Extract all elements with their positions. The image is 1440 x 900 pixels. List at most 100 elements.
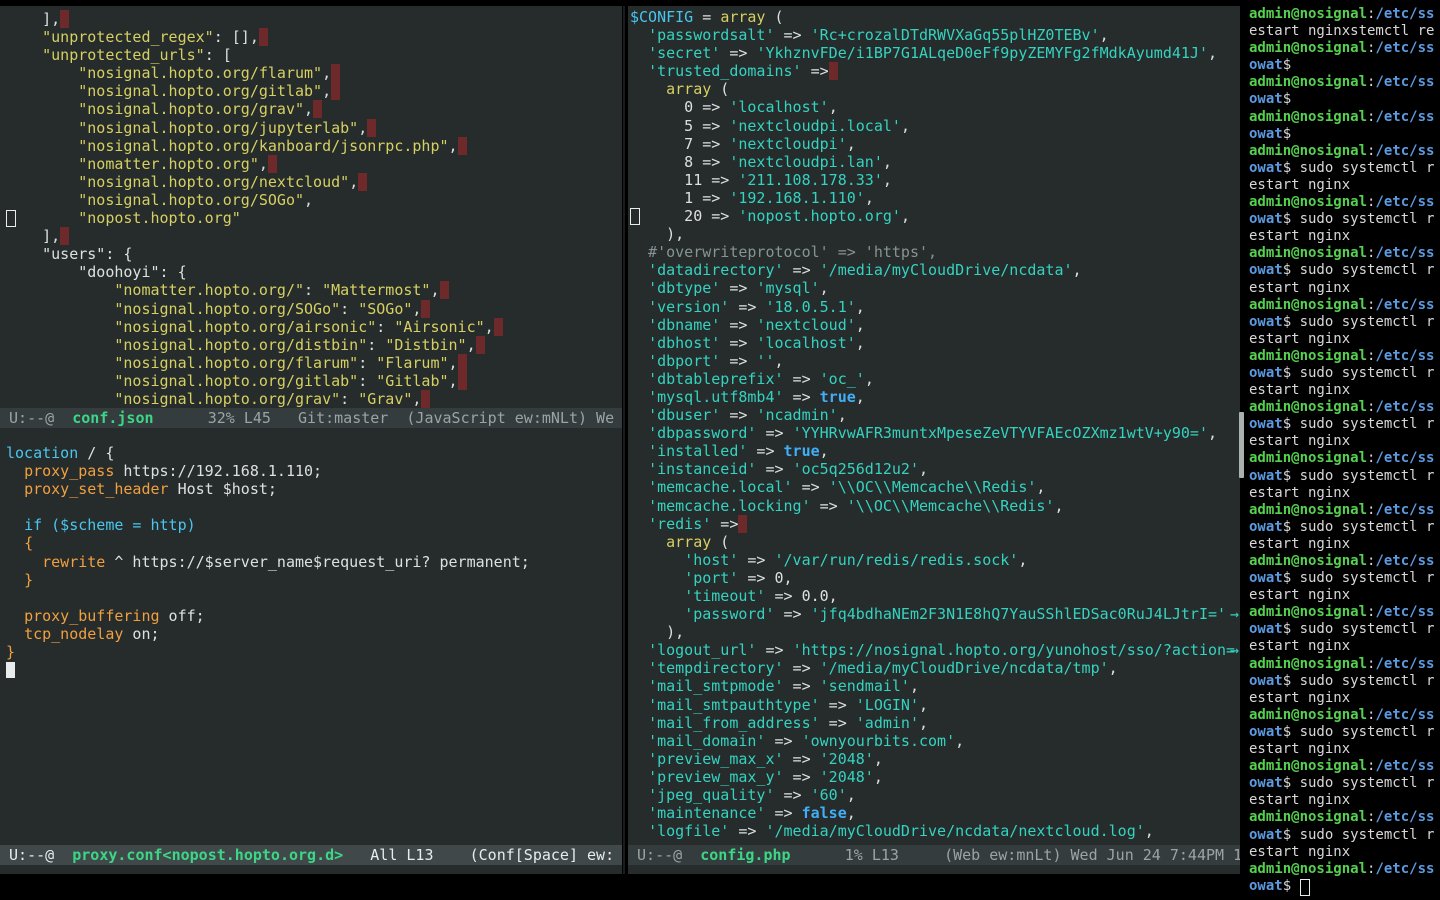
code-line[interactable]: proxy_set_header Host $host; — [6, 480, 622, 498]
terminal-line[interactable]: admin@nosignal:/etc/ss — [1249, 656, 1440, 673]
code-line[interactable]: "users": { — [6, 245, 622, 263]
code-line[interactable]: 5 => 'nextcloudpi.local', — [630, 117, 1240, 135]
terminal-line[interactable]: owat$ sudo systemctl r — [1249, 365, 1440, 382]
code-line[interactable]: 'secret' => 'YkhznvFDe/i1BP7G1ALqeD0eFf9… — [630, 44, 1240, 62]
code-line[interactable]: proxy_pass https://192.168.1.110; — [6, 462, 622, 480]
code-line[interactable]: 'mail_smtpmode' => 'sendmail', — [630, 677, 1240, 695]
code-line[interactable]: 'datadirectory' => '/media/myCloudDrive/… — [630, 261, 1240, 279]
terminal-line[interactable]: admin@nosignal:/etc/ss — [1249, 604, 1440, 621]
terminal-output[interactable]: admin@nosignal:/etc/ssestart nginxstemct… — [1249, 6, 1440, 895]
terminal-line[interactable]: admin@nosignal:/etc/ss — [1249, 194, 1440, 211]
terminal-line[interactable]: owat$ — [1249, 91, 1440, 108]
terminal-line[interactable]: estart nginx — [1249, 433, 1440, 450]
code-line[interactable]: 1 => '192.168.1.110', — [630, 189, 1240, 207]
code-line[interactable]: "nosignal.hopto.org/nextcloud", — [6, 173, 622, 191]
terminal-line[interactable]: estart nginx — [1249, 382, 1440, 399]
code-line[interactable]: 'dbtype' => 'mysql', — [630, 279, 1240, 297]
terminal-line[interactable]: admin@nosignal:/etc/ss — [1249, 40, 1440, 57]
code-line[interactable]: "unprotected_urls": [ — [6, 46, 622, 64]
code-line[interactable]: 7 => 'nextcloudpi', — [630, 135, 1240, 153]
terminal-line[interactable]: estart nginx — [1249, 638, 1440, 655]
config-php-buffer[interactable]: $CONFIG = array ( 'passwordsalt' => 'Rc+… — [630, 8, 1240, 840]
terminal-line[interactable]: admin@nosignal:/etc/ss — [1249, 143, 1440, 160]
code-line[interactable]: 'preview_max_x' => '2048', — [630, 750, 1240, 768]
code-line[interactable]: 'dbuser' => 'ncadmin', — [630, 406, 1240, 424]
terminal-line[interactable]: admin@nosignal:/etc/ss — [1249, 245, 1440, 262]
code-line[interactable]: { — [6, 534, 622, 552]
code-line[interactable]: 'port' => 0, — [630, 569, 1240, 587]
terminal-line[interactable]: admin@nosignal:/etc/ss — [1249, 502, 1440, 519]
code-line[interactable]: array ( — [630, 533, 1240, 551]
terminal-pane[interactable]: admin@nosignal:/etc/ssestart nginxstemct… — [1247, 0, 1440, 900]
terminal-line[interactable]: estart nginx — [1249, 536, 1440, 553]
terminal-line[interactable]: estart nginx — [1249, 690, 1440, 707]
terminal-line[interactable]: estart nginx — [1249, 587, 1440, 604]
code-line[interactable]: "doohoyi": { — [6, 263, 622, 281]
code-line[interactable] — [6, 589, 622, 607]
code-line[interactable]: 'dbname' => 'nextcloud', — [630, 316, 1240, 334]
terminal-line[interactable]: owat$ sudo systemctl r — [1249, 519, 1440, 536]
terminal-line[interactable]: admin@nosignal:/etc/ss — [1249, 707, 1440, 724]
code-line[interactable]: "unprotected_regex": [], — [6, 28, 622, 46]
code-line[interactable]: "nomatter.hopto.org/": "Mattermost", — [6, 281, 622, 299]
code-line[interactable]: 0 => 'localhost', — [630, 98, 1240, 116]
code-line[interactable]: } — [6, 571, 622, 589]
code-line[interactable]: 'dbhost' => 'localhost', — [630, 334, 1240, 352]
code-line[interactable]: "nosignal.hopto.org/SOGo", — [6, 191, 622, 209]
terminal-line[interactable]: admin@nosignal:/etc/ss — [1249, 399, 1440, 416]
code-line[interactable]: "nosignal.hopto.org/grav": "Grav", — [6, 390, 622, 408]
code-line[interactable]: if ($scheme = http) — [6, 516, 622, 534]
code-line[interactable]: ], — [6, 10, 622, 28]
code-line[interactable]: "nosignal.hopto.org/gitlab": "Gitlab", — [6, 372, 622, 390]
code-line[interactable] — [6, 661, 622, 679]
modeline-conf-json[interactable]: U:--@ conf.json 32% L45 Git:master (Java… — [0, 408, 622, 428]
code-line[interactable]: 'passwordsalt' => 'Rc+crozalDTdRWVXaGq55… — [630, 26, 1240, 44]
terminal-line[interactable]: owat$ sudo systemctl r — [1249, 314, 1440, 331]
terminal-line[interactable]: estart nginx — [1249, 844, 1440, 861]
code-line[interactable]: 'dbport' => '', — [630, 352, 1240, 370]
code-line[interactable]: 'memcache.local' => '\\OC\\Memcache\\Red… — [630, 478, 1240, 496]
code-line[interactable]: ), — [630, 225, 1240, 243]
terminal-line[interactable]: estart nginx — [1249, 280, 1440, 297]
terminal-line[interactable]: estart nginx — [1249, 741, 1440, 758]
code-line[interactable]: 'tempdirectory' => '/media/myCloudDrive/… — [630, 659, 1240, 677]
code-line[interactable]: 'installed' => true, — [630, 442, 1240, 460]
terminal-line[interactable]: owat$ sudo systemctl r — [1249, 160, 1440, 177]
code-line[interactable]: 'mail_smtpauthtype' => 'LOGIN', — [630, 696, 1240, 714]
code-line[interactable]: 'trusted_domains' => — [630, 62, 1240, 80]
code-line[interactable]: location / { — [6, 444, 622, 462]
code-line[interactable]: 'preview_max_y' => '2048', — [630, 768, 1240, 786]
code-line[interactable]: 'mail_domain' => 'ownyourbits.com', — [630, 732, 1240, 750]
code-line[interactable] — [6, 498, 622, 516]
code-line[interactable]: 'maintenance' => false, — [630, 804, 1240, 822]
terminal-line[interactable]: owat$ — [1249, 57, 1440, 74]
terminal-line[interactable]: estart nginx — [1249, 485, 1440, 502]
terminal-line[interactable]: owat$ sudo systemctl r — [1249, 570, 1440, 587]
code-line[interactable]: tcp_nodelay on; — [6, 625, 622, 643]
code-line[interactable]: "nosignal.hopto.org/distbin": "Distbin", — [6, 336, 622, 354]
terminal-line[interactable]: owat$ sudo systemctl r — [1249, 724, 1440, 741]
conf-json-buffer[interactable]: ], "unprotected_regex": [], "unprotected… — [6, 10, 622, 408]
code-line[interactable]: 8 => 'nextcloudpi.lan', — [630, 153, 1240, 171]
code-line[interactable]: "nosignal.hopto.org/gitlab", — [6, 82, 622, 100]
terminal-line[interactable]: estart nginx — [1249, 792, 1440, 809]
code-line[interactable]: "nosignal.hopto.org/SOGo": "SOGo", — [6, 300, 622, 318]
terminal-line[interactable]: admin@nosignal:/etc/ss — [1249, 809, 1440, 826]
terminal-line[interactable]: owat$ sudo systemctl r — [1249, 468, 1440, 485]
code-line[interactable]: 'memcache.locking' => '\\OC\\Memcache\\R… — [630, 497, 1240, 515]
code-line[interactable]: 'mail_from_address' => 'admin', — [630, 714, 1240, 732]
code-line[interactable]: 'redis' => — [630, 515, 1240, 533]
code-line[interactable]: 20 => 'nopost.hopto.org', — [630, 207, 1240, 225]
code-line[interactable]: "nosignal.hopto.org/flarum", — [6, 64, 622, 82]
terminal-line[interactable]: owat$ sudo systemctl r — [1249, 262, 1440, 279]
code-line[interactable]: rewrite ^ https://$server_name$request_u… — [6, 553, 622, 571]
code-line[interactable]: 'host' => '/var/run/redis/redis.sock', — [630, 551, 1240, 569]
terminal-line[interactable]: admin@nosignal:/etc/ss — [1249, 861, 1440, 878]
code-line[interactable]: 'dbtableprefix' => 'oc_', — [630, 370, 1240, 388]
code-line[interactable]: 'jpeg_quality' => '60', — [630, 786, 1240, 804]
terminal-line[interactable]: estart nginxstemctl re — [1249, 23, 1440, 40]
code-line[interactable]: ), — [630, 623, 1240, 641]
terminal-line[interactable]: estart nginx — [1249, 228, 1440, 245]
code-line[interactable]: 'instanceid' => 'oc5q256d12u2', — [630, 460, 1240, 478]
terminal-line[interactable]: admin@nosignal:/etc/ss — [1249, 348, 1440, 365]
